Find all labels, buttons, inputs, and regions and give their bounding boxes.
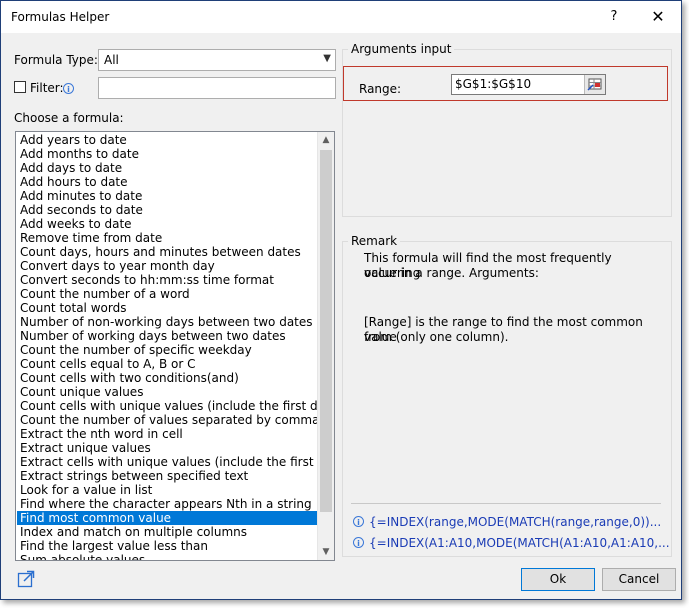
formula-list-item[interactable]: Convert days to year month day: [17, 259, 317, 273]
help-icon[interactable]: ?: [601, 5, 627, 29]
formula-type-value: All: [104, 53, 119, 67]
chevron-down-icon: ▼: [323, 53, 331, 64]
formula-list-item[interactable]: Index and match on multiple columns: [17, 525, 317, 539]
close-icon[interactable]: ✕: [639, 5, 677, 29]
formula-info-icon-1: i: [353, 516, 364, 527]
formula-list-item[interactable]: Count cells with unique values (include …: [17, 399, 317, 413]
list-scrollbar[interactable]: ▲ ▼: [317, 132, 334, 560]
formula-list-item[interactable]: Count unique values: [17, 385, 317, 399]
formula-list-item[interactable]: Count days, hours and minutes between da…: [17, 245, 317, 259]
external-link-icon[interactable]: [17, 570, 35, 588]
filter-label: Filter:: [30, 81, 64, 95]
formula-list-item[interactable]: Remove time from date: [17, 231, 317, 245]
formulas-helper-dialog: Formulas Helper ? ✕ Formula Type: All ▼ …: [0, 0, 682, 600]
formula-list-item[interactable]: Add weeks to date: [17, 217, 317, 231]
formula-example-2[interactable]: {=INDEX(A1:A10,MODE(MATCH(A1:A10,A1:A10,…: [369, 536, 670, 550]
formula-list-item[interactable]: Find where the character appears Nth in …: [17, 497, 317, 511]
remark-group: [342, 241, 672, 557]
cancel-button[interactable]: Cancel: [602, 568, 676, 591]
formula-list-item[interactable]: Convert seconds to hh:mm:ss time format: [17, 273, 317, 287]
formula-list-item[interactable]: Number of working days between two dates: [17, 329, 317, 343]
title-bar: Formulas Helper ? ✕: [1, 1, 681, 33]
scroll-thumb[interactable]: [320, 150, 332, 512]
choose-formula-label: Choose a formula:: [14, 111, 124, 125]
formula-list-item[interactable]: Count the number of a word: [17, 287, 317, 301]
formula-list[interactable]: Add years to date Add months to date Add d…: [15, 131, 335, 561]
formula-list-item[interactable]: Count the number of values separated by …: [17, 413, 317, 427]
remark-line-4: from (only one column).: [364, 330, 509, 344]
formula-list-item[interactable]: Count cells with two conditions(and): [17, 371, 317, 385]
remark-separator: [351, 503, 661, 504]
scroll-down-icon[interactable]: ▼: [318, 544, 334, 560]
range-label: Range:: [359, 82, 402, 96]
range-select-button[interactable]: [584, 75, 605, 94]
formula-type-select[interactable]: All ▼: [98, 49, 336, 71]
formula-list-item[interactable]: Add minutes to date: [17, 189, 317, 203]
filter-checkbox[interactable]: [14, 81, 26, 93]
formula-list-item[interactable]: Find the largest value less than: [17, 539, 317, 553]
formula-list-item[interactable]: Look for a value in list: [17, 483, 317, 497]
range-value: $G$1:$G$10: [455, 77, 532, 91]
formula-list-item[interactable]: Add seconds to date: [17, 203, 317, 217]
formula-list-item[interactable]: Add days to date: [17, 161, 317, 175]
formula-list-item[interactable]: Extract the nth word in cell: [17, 427, 317, 441]
formula-list-items: Add years to date Add months to date Add d…: [17, 133, 317, 560]
formula-list-item[interactable]: Sum absolute values: [17, 553, 317, 560]
info-icon[interactable]: i: [63, 83, 74, 94]
formula-list-item[interactable]: Add months to date: [17, 147, 317, 161]
arguments-title: Arguments input: [348, 42, 455, 56]
formula-info-icon-2: i: [353, 537, 364, 548]
remark-title: Remark: [348, 234, 401, 248]
formula-list-item[interactable]: Count total words: [17, 301, 317, 315]
remark-line-2: value in a range. Arguments:: [364, 266, 539, 280]
formula-list-item[interactable]: Extract unique values: [17, 441, 317, 455]
scroll-up-icon[interactable]: ▲: [318, 132, 334, 148]
formula-example-1[interactable]: {=INDEX(range,MODE(MATCH(range,range,0))…: [369, 515, 661, 529]
formula-list-item[interactable]: Extract strings between specified text: [17, 469, 317, 483]
formula-list-item[interactable]: Count cells equal to A, B or C: [17, 357, 317, 371]
formula-list-item[interactable]: Extract cells with unique values (includ…: [17, 455, 317, 469]
formula-list-item[interactable]: Add years to date: [17, 133, 317, 147]
formula-list-item[interactable]: Number of non-working days between two d…: [17, 315, 317, 329]
formula-list-item[interactable]: Count the number of specific weekday: [17, 343, 317, 357]
formula-type-label: Formula Type:: [14, 53, 98, 67]
window-title: Formulas Helper: [11, 10, 110, 24]
formula-list-item[interactable]: Find most common value: [17, 511, 317, 525]
range-picker-icon: [587, 78, 602, 91]
formula-list-item[interactable]: Add hours to date: [17, 175, 317, 189]
range-input[interactable]: $G$1:$G$10: [451, 74, 606, 95]
filter-input[interactable]: [98, 77, 336, 99]
ok-button[interactable]: Ok: [521, 568, 595, 591]
